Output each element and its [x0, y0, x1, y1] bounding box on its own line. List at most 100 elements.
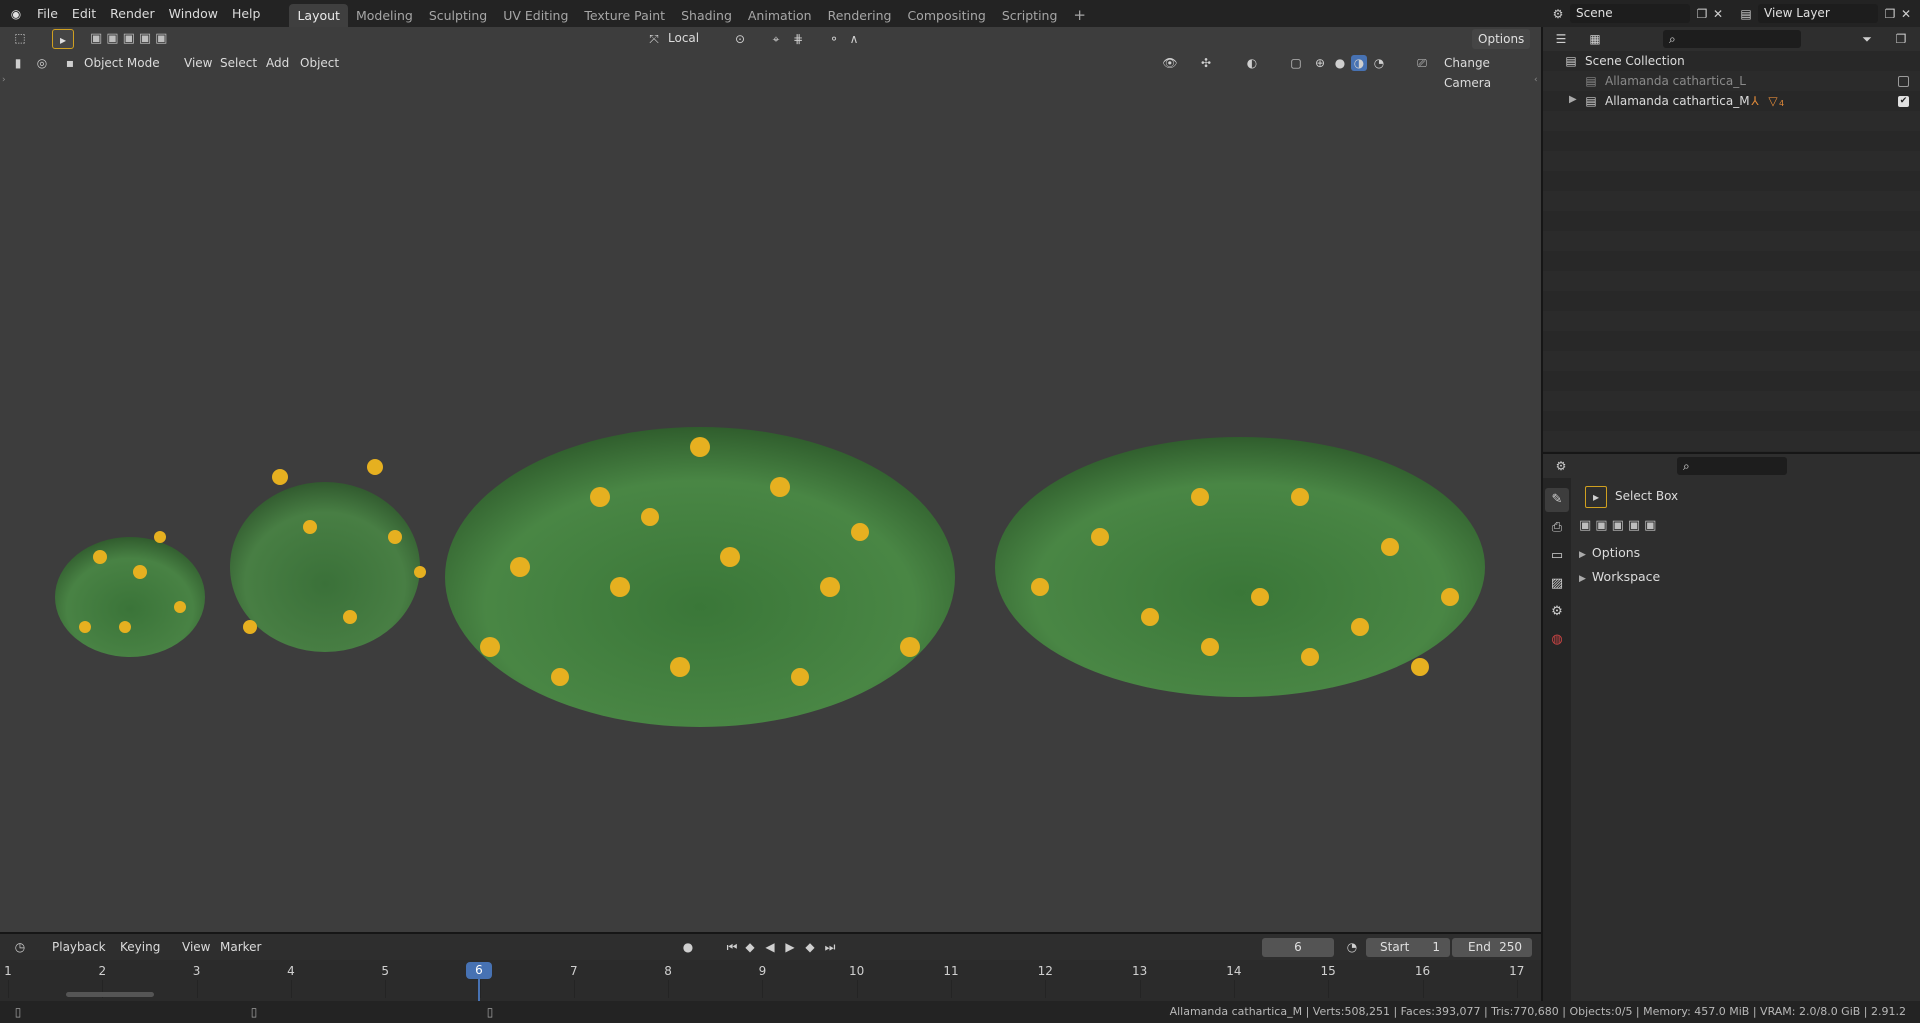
- outliner-editor-icon[interactable]: ☰: [1553, 31, 1569, 47]
- select-box-tool-icon: ▸: [1585, 486, 1607, 508]
- outliner-empty-row: [1543, 391, 1920, 411]
- filter-icon[interactable]: ⏷: [1859, 31, 1875, 47]
- select-mode-icons[interactable]: ▣▣▣▣▣: [1579, 518, 1660, 533]
- menu-view[interactable]: View: [178, 937, 214, 957]
- armature-icon: ⅄: [1751, 94, 1759, 108]
- current-frame-indicator[interactable]: 6: [466, 962, 492, 979]
- properties-editor: ⚙ ⌕ ✎ ⎙ ▭ ▨ ⚙ ◍ ▸ Select Box ▣▣▣▣▣ ▶ Opti…: [1543, 454, 1920, 1001]
- outliner-row-scene-collection[interactable]: ▤ Scene Collection: [1543, 51, 1920, 71]
- view-layer-icon[interactable]: ▤: [1738, 6, 1754, 22]
- sidebar-toggle-icon[interactable]: ‹: [1534, 75, 1538, 85]
- timeline-tick-label: 4: [287, 964, 295, 978]
- properties-header: ⚙ ⌕: [1543, 454, 1920, 478]
- scene-tab-icon[interactable]: ⚙: [1545, 600, 1569, 624]
- timeline-scrollbar[interactable]: [66, 992, 154, 997]
- outliner-empty-row: [1543, 351, 1920, 371]
- delete-scene-icon[interactable]: ✕: [1710, 6, 1726, 22]
- new-collection-icon[interactable]: ❐: [1893, 31, 1909, 47]
- start-frame-field[interactable]: Start 1: [1366, 938, 1450, 957]
- jump-end-icon[interactable]: ⏭: [822, 939, 838, 955]
- timeline-tick-label: 7: [569, 964, 578, 978]
- new-view-layer-icon[interactable]: ❐: [1882, 6, 1898, 22]
- output-tab-icon[interactable]: ▭: [1545, 544, 1569, 568]
- collection-icon: ▤: [1585, 74, 1597, 88]
- outliner-item-label: Allamanda cathartica_M: [1605, 94, 1750, 108]
- menu-keying[interactable]: Keying: [116, 937, 164, 957]
- current-frame-field[interactable]: 6: [1262, 938, 1334, 957]
- collection-icon: ▤: [1565, 54, 1577, 68]
- properties-search-input[interactable]: ⌕: [1677, 457, 1787, 475]
- outliner-row-item-1[interactable]: ▤ Allamanda cathartica_L: [1543, 71, 1920, 91]
- prev-keyframe-icon[interactable]: ◆: [742, 939, 758, 955]
- outliner-header: ☰ ▦ ⌕ ⏷ ❐: [1543, 27, 1920, 51]
- timeline-tick-label: 14: [1226, 964, 1242, 978]
- blender-logo-icon[interactable]: ◉: [8, 6, 24, 22]
- display-mode-icon[interactable]: ▦: [1587, 31, 1603, 47]
- tab-compositing[interactable]: Compositing: [899, 4, 993, 27]
- tab-uv-editing[interactable]: UV Editing: [495, 4, 576, 27]
- tab-sculpting[interactable]: Sculpting: [421, 4, 495, 27]
- record-icon[interactable]: ●: [680, 939, 696, 955]
- menu-render[interactable]: Render: [103, 0, 162, 27]
- outliner-empty-row: [1543, 111, 1920, 131]
- 3d-viewport[interactable]: ⬚ ▸ ▣▣▣▣▣ ⤧ Local ⊙ ⌖ ⋕ ⚬ ∧ Options ▮ ◎ …: [0, 27, 1541, 932]
- play-reverse-icon[interactable]: ◀: [762, 939, 778, 955]
- render-tab-icon[interactable]: ⎙: [1545, 516, 1569, 540]
- jump-start-icon[interactable]: ⏮: [724, 939, 740, 955]
- menu-marker[interactable]: Marker: [216, 937, 265, 957]
- outliner-empty-row: [1543, 151, 1920, 171]
- timeline-tick-line: [668, 980, 670, 998]
- preview-range-icon[interactable]: ◔: [1344, 939, 1360, 955]
- outliner-empty-row: [1543, 231, 1920, 251]
- menu-help[interactable]: Help: [225, 0, 268, 27]
- exclude-checkbox[interactable]: [1898, 76, 1909, 87]
- tab-shading[interactable]: Shading: [673, 4, 740, 27]
- properties-editor-icon[interactable]: ⚙: [1553, 458, 1569, 474]
- timeline-tick-line: [290, 980, 292, 998]
- tab-rendering[interactable]: Rendering: [820, 4, 900, 27]
- timeline-editor-icon[interactable]: ◷: [12, 939, 28, 955]
- outliner-search-input[interactable]: ⌕: [1663, 30, 1801, 48]
- object-count-badge: 4: [1779, 99, 1785, 108]
- toolbar-toggle-icon[interactable]: ›: [2, 75, 6, 85]
- scene-icon[interactable]: ⚙: [1550, 6, 1566, 22]
- collection-icon: ▤: [1585, 94, 1597, 108]
- tab-texture-paint[interactable]: Texture Paint: [576, 4, 673, 27]
- outliner-empty-row: [1543, 191, 1920, 211]
- tab-layout[interactable]: Layout: [289, 3, 348, 27]
- view-layer-field[interactable]: View Layer: [1758, 4, 1878, 23]
- workspace-panel-header[interactable]: ▶ Workspace: [1579, 566, 1660, 588]
- tab-modeling[interactable]: Modeling: [348, 4, 421, 27]
- exclude-checkbox[interactable]: ✔: [1898, 96, 1909, 107]
- view-layer-tab-icon[interactable]: ▨: [1545, 572, 1569, 596]
- workspace-panel-label: Workspace: [1591, 569, 1661, 584]
- play-icon[interactable]: ▶: [782, 939, 798, 955]
- outliner-row-item-2[interactable]: ▶ ▤ Allamanda cathartica_M ⅄ ▽ 4 ✔: [1543, 91, 1920, 111]
- add-workspace-button[interactable]: +: [1065, 4, 1094, 27]
- end-frame-field[interactable]: End 250: [1452, 938, 1532, 957]
- delete-view-layer-icon[interactable]: ✕: [1898, 6, 1914, 22]
- scene-field[interactable]: Scene: [1570, 4, 1690, 23]
- tab-animation[interactable]: Animation: [740, 4, 820, 27]
- mouse-right-icon: ▯: [486, 1005, 494, 1019]
- menu-playback[interactable]: Playback: [48, 937, 110, 957]
- timeline-tick-line: [1422, 980, 1424, 998]
- tool-tab-icon[interactable]: ✎: [1545, 488, 1569, 512]
- timeline-tick-label: 10: [849, 964, 865, 978]
- menu-file[interactable]: File: [30, 0, 65, 27]
- start-label: Start: [1380, 940, 1410, 954]
- options-panel-header[interactable]: ▶ Options: [1579, 542, 1640, 564]
- mouse-middle-icon: ▯: [250, 1005, 258, 1019]
- scene-collection-label: Scene Collection: [1585, 54, 1685, 68]
- top-bar: ◉ File Edit Render Window Help Layout Mo…: [0, 0, 1920, 27]
- timeline-tick-label: 17: [1509, 964, 1525, 978]
- new-scene-icon[interactable]: ❐: [1694, 6, 1710, 22]
- timeline-tick-label: 1: [4, 964, 12, 978]
- menu-edit[interactable]: Edit: [65, 0, 103, 27]
- expand-arrow-icon[interactable]: ▶: [1569, 94, 1577, 105]
- plant-2: [230, 459, 426, 652]
- world-tab-icon[interactable]: ◍: [1545, 628, 1569, 652]
- menu-window[interactable]: Window: [162, 0, 225, 27]
- next-keyframe-icon[interactable]: ◆: [802, 939, 818, 955]
- tab-scripting[interactable]: Scripting: [994, 4, 1066, 27]
